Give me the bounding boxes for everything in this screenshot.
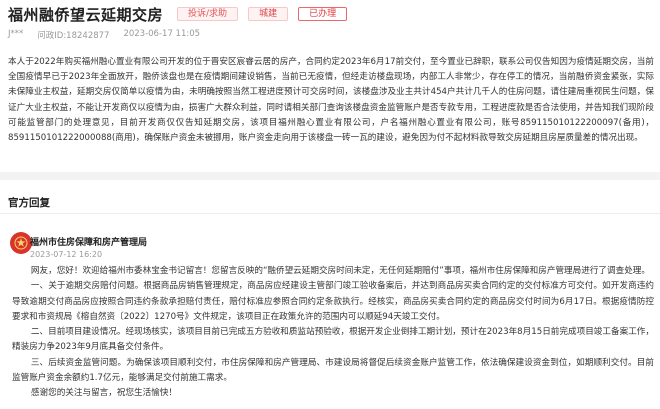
type-tag[interactable]: 投诉/求助 — [177, 7, 239, 21]
section-divider — [0, 172, 660, 180]
department-name[interactable]: 福州市住房保障和房产管理局 — [30, 235, 147, 248]
post-meta: J*** 问政ID:18242877 2023-06-17 11:05 — [8, 29, 200, 41]
complaint-body: 本人于2022年购买福州融心置业有限公司开发的位于晋安区宸睿云居的房产，合同约定… — [8, 55, 654, 146]
reply-paragraph: 感谢您的关注与留言，祝您生活愉快！ — [30, 388, 178, 399]
reply-paragraph: 一、关于逾期交房赔付问题。根据商品房销售管理规定，商品房应经建设主管部门竣工验收… — [12, 281, 654, 322]
author-name: J*** — [8, 29, 24, 39]
reply-paragraph: 三、后续资金监管问题。为确保该项目顺利交付，市住房保障和房产管理局、市建设局将督… — [12, 357, 654, 384]
status-badge: 已办理 — [298, 7, 348, 21]
reply-paragraph: 网友，您好！欢迎给福州市委林宝金书记留言！您留言反映的“融侨望云延期交房时间未定… — [30, 266, 650, 276]
question-id: 问政ID:18242877 — [37, 31, 110, 41]
page-header: 福州融侨望云延期交房 投诉/求助 城建 已办理 — [8, 4, 652, 24]
official-reply-body: 网友，您好！欢迎给福州市委林宝金书记留言！您留言反映的“融侨望云延期交房时间未定… — [12, 264, 654, 402]
reply-time: 2023-07-12 16:20 — [30, 250, 103, 259]
reply-paragraph: 二、目前项目建设情况。经现场核实，该项目目前已完成五方验收和质监站预验收，根据开… — [12, 327, 654, 353]
page-title: 福州融侨望云延期交房 — [8, 5, 164, 24]
post-date: 2023-06-17 11:05 — [123, 29, 201, 39]
complaint-paragraph: 本人于2022年购买福州融心置业有限公司开发的位于晋安区宸睿云居的房产，合同约定… — [8, 57, 655, 144]
heading-rule — [0, 213, 660, 214]
topic-tag[interactable]: 城建 — [248, 7, 289, 21]
official-reply-heading: 官方回复 — [8, 197, 50, 209]
gov-emblem-icon — [10, 232, 32, 254]
